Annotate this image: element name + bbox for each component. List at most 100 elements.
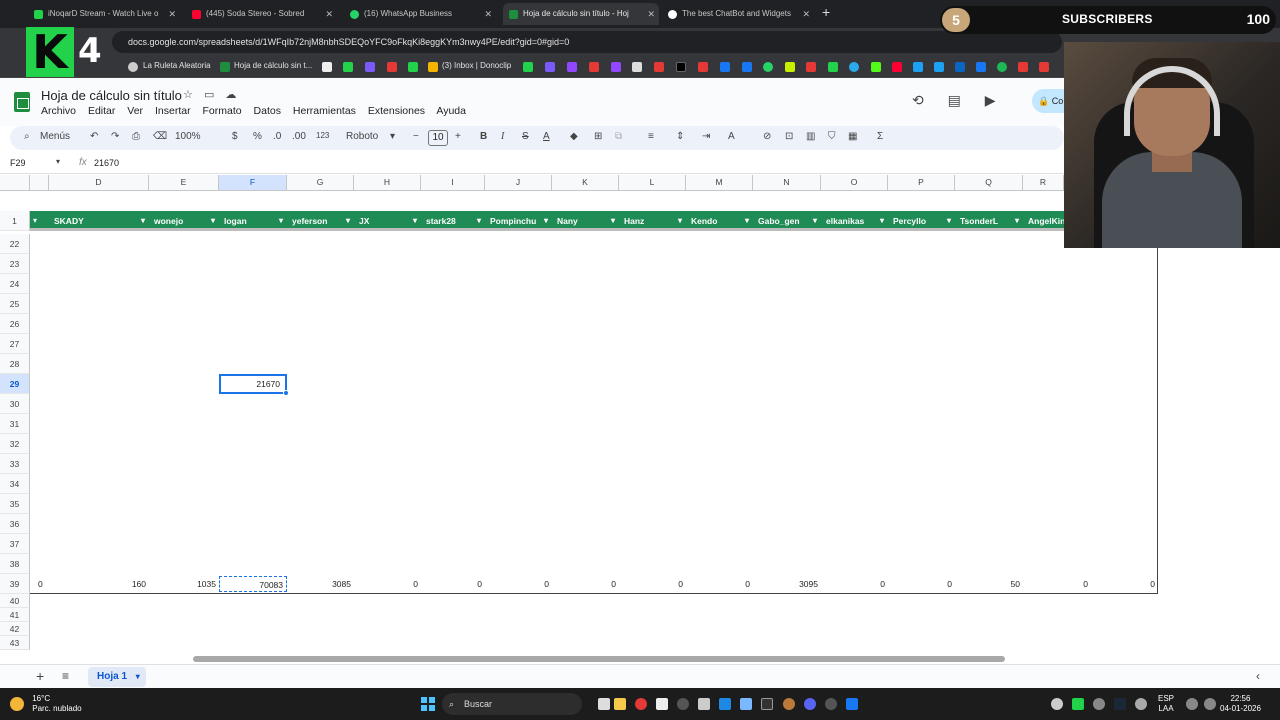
bookmark-inbox[interactable]: (3) Inbox | Donoclip: [442, 61, 511, 70]
bookmark-icon[interactable]: [589, 62, 599, 72]
player-header[interactable]: Percyllo ▾: [890, 211, 955, 231]
bookmark-icon[interactable]: [698, 62, 708, 72]
column-header-p[interactable]: P: [888, 175, 955, 191]
italic-button[interactable]: I: [501, 131, 504, 142]
total-cell[interactable]: 3085: [287, 576, 354, 592]
bookmark-sheet[interactable]: Hoja de cálculo sin t...: [234, 61, 312, 70]
bookmark-icon[interactable]: [365, 62, 375, 72]
app-icon[interactable]: [761, 698, 773, 710]
column-header-g[interactable]: G: [287, 175, 354, 191]
menu-insertar[interactable]: Insertar: [155, 105, 191, 117]
decrease-decimal-button[interactable]: .0: [273, 131, 281, 142]
mic-icon[interactable]: [1135, 698, 1147, 710]
column-header-m[interactable]: M: [686, 175, 753, 191]
column-header-r[interactable]: R: [1023, 175, 1064, 191]
player-header[interactable]: Kendo ▾: [688, 211, 753, 231]
close-icon[interactable]: ✕: [802, 3, 810, 25]
app-icon[interactable]: [656, 698, 668, 710]
bookmark-icon[interactable]: [976, 62, 986, 72]
filter-dropdown-icon[interactable]: ▾: [211, 211, 215, 231]
column-header-k[interactable]: K: [552, 175, 619, 191]
app-icon[interactable]: [740, 698, 752, 710]
discord-icon[interactable]: [804, 698, 816, 710]
player-header[interactable]: stark28 ▾: [423, 211, 485, 231]
row-header[interactable]: 24: [0, 274, 30, 294]
menu-editar[interactable]: Editar: [88, 105, 115, 117]
total-cell[interactable]: 0: [821, 576, 888, 592]
clock[interactable]: 22:56 04-01-2026: [1220, 694, 1261, 714]
selected-cell[interactable]: 21670: [219, 374, 289, 396]
twitch-icon[interactable]: [567, 62, 577, 72]
document-title[interactable]: Hoja de cálculo sin título: [41, 88, 182, 103]
tray-icon[interactable]: [1051, 698, 1063, 710]
chevron-down-icon[interactable]: ▾: [33, 211, 37, 231]
total-cell[interactable]: 0: [888, 576, 955, 592]
filter-dropdown-icon[interactable]: ▾: [346, 211, 350, 231]
total-cell[interactable]: 0: [354, 576, 421, 592]
row-header[interactable]: 34: [0, 474, 30, 494]
history-icon[interactable]: ⟲: [912, 92, 924, 108]
windows-start-icon[interactable]: [421, 697, 435, 711]
total-cell[interactable]: 0: [421, 576, 485, 592]
redo-icon[interactable]: ↷: [111, 131, 119, 142]
kick-icon[interactable]: [408, 62, 418, 72]
bookmark-icon[interactable]: [322, 62, 332, 72]
total-cell[interactable]: 0: [686, 576, 753, 592]
player-header[interactable]: Pompinchu ▾: [487, 211, 552, 231]
paint-format-icon[interactable]: ⌫: [153, 131, 167, 142]
app-icon[interactable]: [846, 698, 858, 710]
bookmark-icon[interactable]: [654, 62, 664, 72]
total-cell[interactable]: 160: [49, 576, 149, 592]
chevron-down-icon[interactable]: ▾: [390, 131, 395, 142]
tab-sheets[interactable]: Hoja de cálculo sin título - Hoj ✕: [503, 3, 659, 25]
increase-decimal-button[interactable]: .00: [292, 131, 306, 142]
bookmark-icon[interactable]: [913, 62, 923, 72]
add-sheet-icon[interactable]: +: [36, 668, 44, 684]
telegram-icon[interactable]: [849, 62, 859, 72]
player-header[interactable]: Hanz ▾: [621, 211, 686, 231]
total-cell[interactable]: 0: [485, 576, 552, 592]
bookmark-icon[interactable]: [632, 62, 642, 72]
grid-body[interactable]: [30, 234, 1158, 594]
player-header[interactable]: Gabo_gen ▾: [755, 211, 821, 231]
undo-icon[interactable]: ↶: [90, 131, 98, 142]
borders-icon[interactable]: ⊞: [594, 131, 602, 142]
font-size-decrease[interactable]: −: [413, 131, 419, 142]
copied-total-cell[interactable]: 70083: [219, 576, 287, 592]
task-view-icon[interactable]: [598, 698, 610, 710]
column-header-n[interactable]: N: [753, 175, 821, 191]
language-indicator[interactable]: ESP LAA: [1158, 694, 1174, 714]
tray-icon[interactable]: [1072, 698, 1084, 710]
menu-formato[interactable]: Formato: [203, 105, 242, 117]
messenger-icon[interactable]: [720, 62, 730, 72]
sheet-tab[interactable]: Hoja 1 ▾: [88, 667, 146, 687]
row-header[interactable]: 23: [0, 254, 30, 274]
total-cell[interactable]: 3095: [753, 576, 821, 592]
bookmark-icon[interactable]: [1018, 62, 1028, 72]
chevron-down-icon[interactable]: ▾: [136, 672, 140, 681]
close-icon[interactable]: ✕: [168, 3, 176, 25]
bookmark-icon[interactable]: [676, 62, 686, 72]
comment-icon[interactable]: ▤: [948, 92, 961, 108]
player-header[interactable]: AngelKin: [1025, 211, 1064, 231]
file-explorer-icon[interactable]: [614, 698, 626, 710]
player-header[interactable]: JX ▾: [356, 211, 421, 231]
filter-dropdown-icon[interactable]: ▾: [745, 211, 749, 231]
bookmark-icon[interactable]: [1039, 62, 1049, 72]
player-header[interactable]: yeferson ▾: [289, 211, 354, 231]
twitter-icon[interactable]: [934, 62, 944, 72]
wifi-icon[interactable]: [1186, 698, 1198, 710]
filter-dropdown-icon[interactable]: ▾: [813, 211, 817, 231]
merge-icon[interactable]: ⧉: [615, 131, 622, 142]
tab-whatsapp[interactable]: (16) WhatsApp Business ✕: [350, 3, 496, 25]
fill-handle[interactable]: [283, 390, 289, 396]
total-cell[interactable]: 50: [955, 576, 1023, 592]
bookmark-icon[interactable]: [545, 62, 555, 72]
percent-button[interactable]: %: [253, 131, 262, 142]
scrollbar-thumb[interactable]: [193, 656, 1005, 662]
folder-icon[interactable]: ▭: [204, 89, 214, 101]
row-header[interactable]: 35: [0, 494, 30, 514]
spotify-icon[interactable]: [997, 62, 1007, 72]
row-header[interactable]: 42: [0, 622, 30, 636]
row-header[interactable]: 41: [0, 608, 30, 622]
